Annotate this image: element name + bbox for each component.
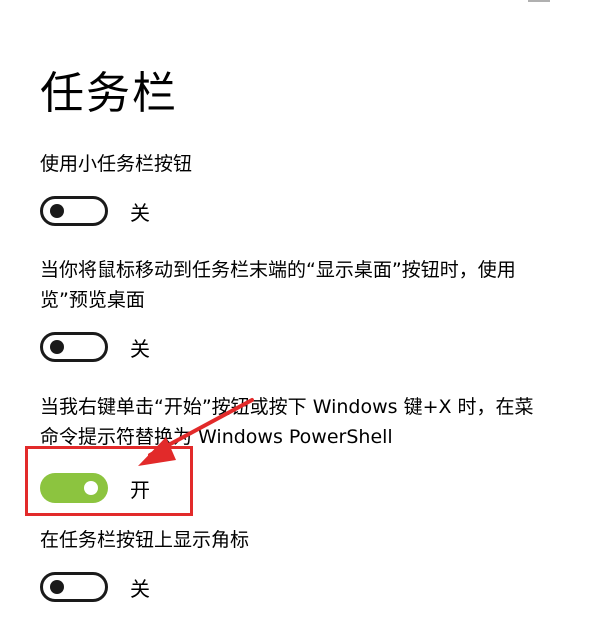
toggle-row: 关 bbox=[40, 195, 600, 227]
toggle-row: 关 bbox=[40, 331, 600, 363]
setting-taskbar-badges: 在任务栏按钮上显示角标 关 bbox=[40, 525, 600, 603]
setting-label: 在任务栏按钮上显示角标 bbox=[40, 529, 250, 551]
setting-label: 使用小任务栏按钮 bbox=[40, 153, 193, 175]
toggle-row: 关 bbox=[40, 571, 600, 603]
settings-page: 任务栏 使用小任务栏按钮 关 当你将鼠标移动到任务栏末端的“显示桌面”按钮时，使… bbox=[0, 0, 600, 629]
toggle-state-label: 开 bbox=[130, 477, 150, 502]
peek-desktop-toggle[interactable] bbox=[40, 332, 108, 362]
setting-label-line-2: 览”预览桌面 bbox=[40, 289, 145, 311]
toggle-knob bbox=[50, 340, 64, 354]
toggle-state-label: 关 bbox=[130, 200, 150, 225]
page-title: 任务栏 bbox=[40, 68, 178, 119]
toggle-row: 开 bbox=[40, 472, 600, 504]
setting-peek-desktop: 当你将鼠标移动到任务栏末端的“显示桌面”按钮时，使用 览”预览桌面 关 bbox=[40, 255, 600, 363]
toggle-knob bbox=[50, 204, 64, 218]
toggle-state-label: 关 bbox=[130, 576, 150, 601]
small-taskbar-buttons-toggle[interactable] bbox=[40, 196, 108, 226]
toggle-knob bbox=[50, 580, 64, 594]
toggle-knob bbox=[84, 481, 98, 495]
setting-label-line-1: 当我右键单击“开始”按钮或按下 Windows 键+X 时，在菜 bbox=[40, 396, 534, 418]
powershell-replace-toggle[interactable] bbox=[40, 473, 108, 503]
setting-label-line-2: 命令提示符替换为 Windows PowerShell bbox=[40, 426, 393, 448]
window-control-minimize[interactable] bbox=[528, 0, 550, 2]
setting-small-taskbar-buttons: 使用小任务栏按钮 关 bbox=[40, 149, 600, 227]
setting-label-line-1: 当你将鼠标移动到任务栏末端的“显示桌面”按钮时，使用 bbox=[40, 259, 516, 281]
setting-powershell-replace: 当我右键单击“开始”按钮或按下 Windows 键+X 时，在菜 命令提示符替换… bbox=[40, 392, 600, 504]
taskbar-badges-toggle[interactable] bbox=[40, 572, 108, 602]
toggle-state-label: 关 bbox=[130, 336, 150, 361]
